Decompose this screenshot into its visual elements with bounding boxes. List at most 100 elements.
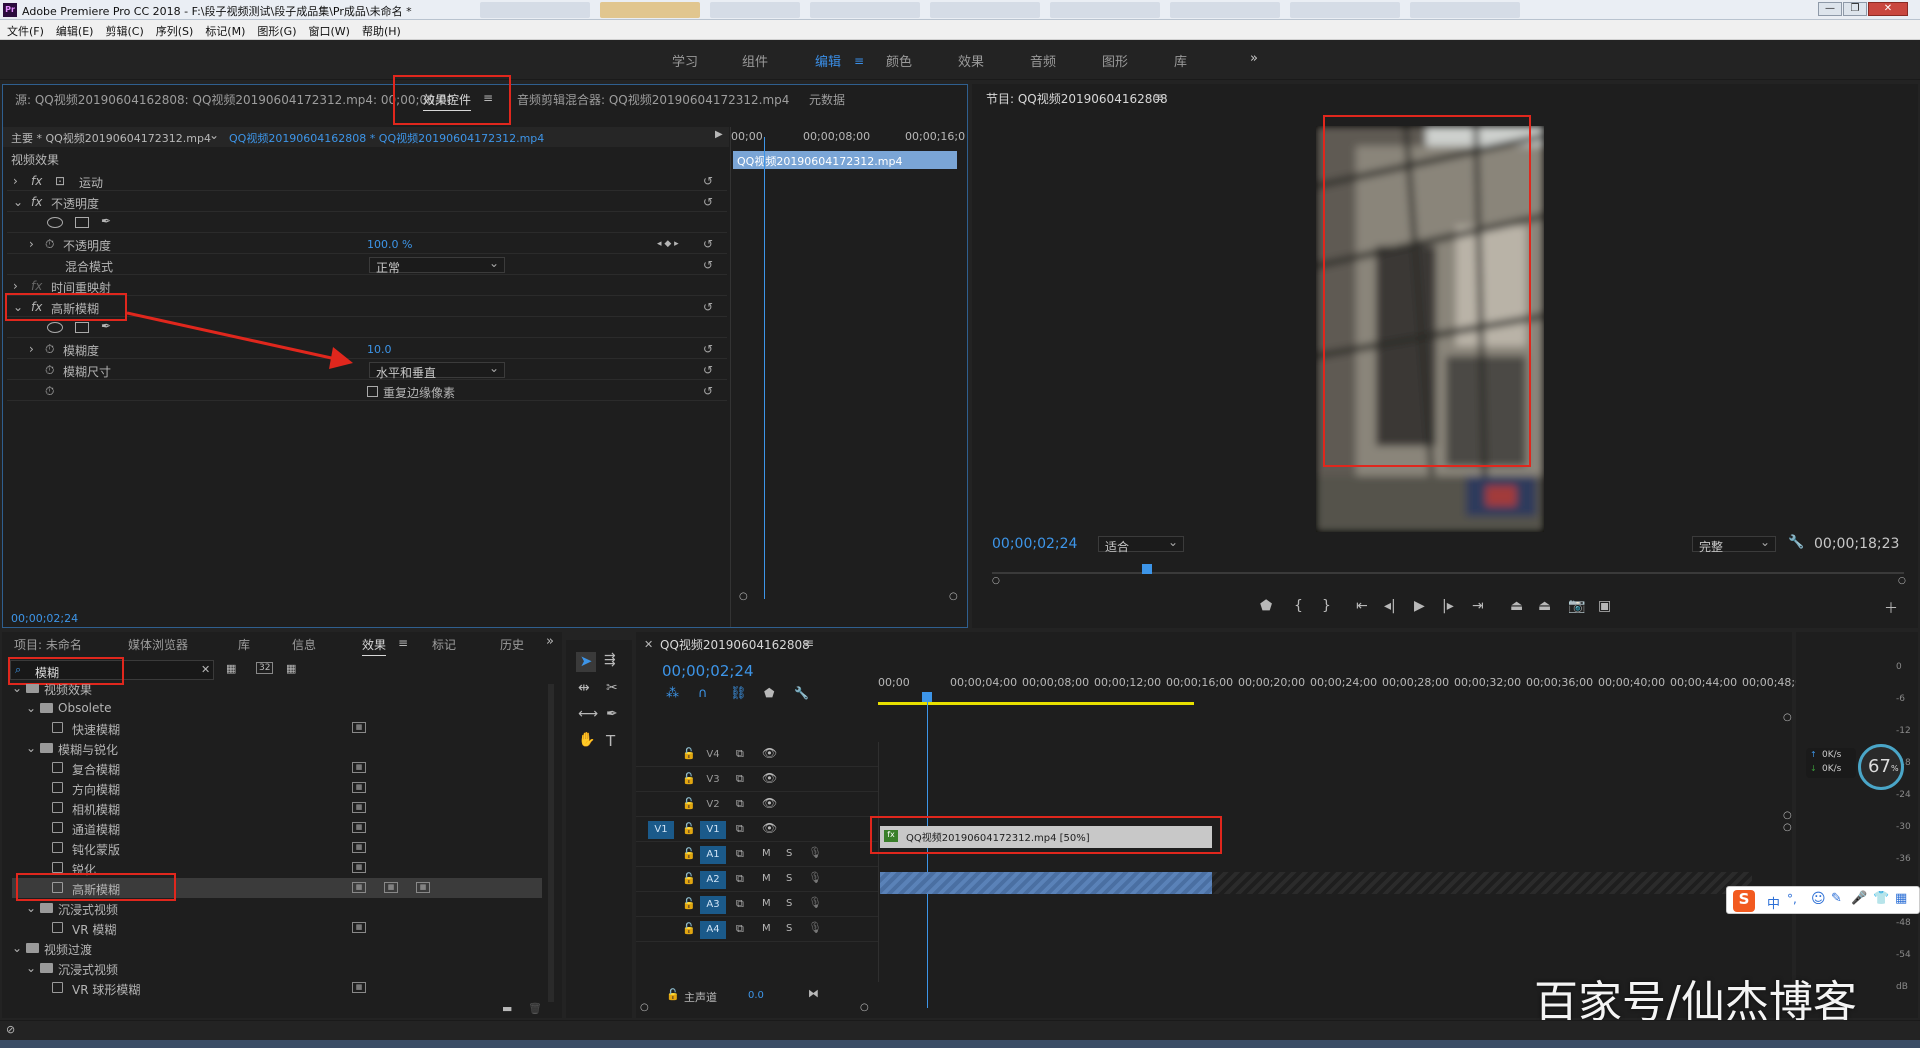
type-tool-icon[interactable]: T <box>606 732 615 750</box>
eye-icon[interactable]: 👁 <box>762 821 777 835</box>
chevron-down-icon[interactable]: ⌄ <box>13 300 23 314</box>
nest-icon[interactable]: ⁂ <box>666 686 679 701</box>
stopwatch-icon[interactable]: ⏱ <box>45 237 54 252</box>
track-name[interactable]: A3 <box>700 896 726 914</box>
work-area-bar[interactable] <box>878 702 1194 705</box>
linked-selection-icon[interactable]: ⛓ <box>730 686 747 701</box>
fx-icon[interactable]: fx <box>31 195 42 209</box>
video-clip[interactable]: QQ视频20190604172312.mp4 [50%] <box>880 826 1212 848</box>
fx-icon[interactable]: fx <box>31 174 42 188</box>
zoom-handle[interactable]: ○ <box>992 576 1000 586</box>
workspace-effects[interactable]: 效果 <box>958 51 984 70</box>
effect-motion-row[interactable]: › fx ⊡ 运动 ↺ <box>7 171 727 191</box>
mic-icon[interactable]: 🎙 <box>808 921 822 934</box>
menu-marker[interactable]: 标记(M) <box>198 20 250 39</box>
menu-edit[interactable]: 编辑(E) <box>49 20 99 39</box>
tab-media-browser[interactable]: 媒体浏览器 <box>128 636 188 653</box>
go-to-out-icon[interactable]: ⇥ <box>1472 598 1484 614</box>
lock-icon[interactable]: 🔓 <box>682 897 696 910</box>
tab-audio-clip-mixer[interactable]: 音频剪辑混合器: QQ视频20190604172312.mp4 <box>517 91 789 108</box>
sequence-clip-label[interactable]: QQ视频20190604162808 * QQ视频20190604172312.… <box>229 130 544 146</box>
effects-search-field[interactable]: ⌕ 模糊 ✕ <box>10 660 214 680</box>
go-to-edit-icon[interactable]: ⧓ <box>808 987 819 1000</box>
mic-icon[interactable]: 🎙 <box>808 846 822 859</box>
chevron-down-icon[interactable]: ⌄ <box>13 195 23 209</box>
ellipse-mask-icon[interactable] <box>47 217 63 228</box>
restore-button[interactable]: ❐ <box>1843 2 1867 16</box>
workspace-learn[interactable]: 学习 <box>672 51 698 70</box>
background-tab[interactable] <box>1410 2 1520 18</box>
step-forward-icon[interactable]: |▸ <box>1442 598 1454 614</box>
eye-icon[interactable]: 👁 <box>762 796 777 810</box>
effect-item-row[interactable]: 方向模糊 ▦ <box>12 778 542 798</box>
tab-history[interactable]: 历史 <box>500 636 524 653</box>
menu-sequence[interactable]: 序列(S) <box>149 20 199 39</box>
workspace-graphics[interactable]: 图形 <box>1102 51 1128 70</box>
yuv-effects-icon[interactable]: ▦ <box>286 662 296 675</box>
solo-button[interactable]: S <box>786 923 792 934</box>
reset-icon[interactable]: ↺ <box>703 342 713 356</box>
video-frame[interactable] <box>1315 125 1545 533</box>
menu-file[interactable]: 文件(F) <box>0 20 49 39</box>
mini-clip-bar[interactable]: QQ视频20190604172312.mp4 <box>733 151 957 169</box>
program-playhead[interactable] <box>1142 564 1152 574</box>
chevron-down-icon[interactable]: ⌄ <box>26 701 36 715</box>
lock-icon[interactable]: 🔓 <box>682 797 696 810</box>
menu-graphics[interactable]: 图形(G) <box>250 20 301 39</box>
ripple-edit-tool-icon[interactable]: ⇹ <box>578 680 590 696</box>
background-tab[interactable] <box>930 2 1040 18</box>
effect-item-row[interactable]: 高斯模糊 ▦ ▦ ▦ <box>12 873 542 901</box>
reset-icon[interactable]: ↺ <box>703 384 713 398</box>
reset-icon[interactable]: ↺ <box>703 363 713 377</box>
lock-icon[interactable]: 🔓 <box>682 922 696 935</box>
minimize-button[interactable]: — <box>1818 2 1842 16</box>
master-clip-label[interactable]: 主要 * QQ视频20190604172312.mp4 <box>11 130 211 146</box>
effect-item-row[interactable]: 相机模糊 ▦ <box>12 798 542 818</box>
sync-lock-icon[interactable]: ⧉ <box>736 822 744 836</box>
lock-icon[interactable]: 🔓 <box>682 747 696 760</box>
stopwatch-icon[interactable]: ⏱ <box>45 384 54 399</box>
reset-icon[interactable]: ↺ <box>703 174 713 188</box>
more-tabs-icon[interactable]: » <box>546 634 554 649</box>
background-tab[interactable] <box>1050 2 1160 18</box>
chevron-down-icon[interactable]: ⌄ <box>209 128 219 142</box>
add-marker-icon[interactable]: ⬟ <box>764 686 774 700</box>
repeat-edge-checkbox[interactable] <box>367 386 378 397</box>
program-monitor-title[interactable]: 节目: QQ视频20190604162808 <box>986 90 1168 107</box>
background-tab[interactable] <box>1170 2 1280 18</box>
add-marker-icon[interactable]: ⬟ <box>1260 598 1272 614</box>
effect-item-row[interactable]: 钝化蒙版 ▦ <box>12 838 542 858</box>
rectangle-mask-icon[interactable] <box>75 322 89 333</box>
ime-language[interactable]: 中 <box>1767 893 1780 912</box>
reset-icon[interactable]: ↺ <box>703 258 713 272</box>
track-name[interactable]: V2 <box>700 796 726 814</box>
panel-menu-icon[interactable]: ≡ <box>804 636 814 650</box>
track-select-tool-icon[interactable]: ⇶ <box>604 652 616 668</box>
master-volume-value[interactable]: 0.0 <box>748 990 764 1001</box>
blur-dimensions-dropdown[interactable]: 水平和垂直 <box>369 361 505 380</box>
pen-input-icon[interactable]: ✎ <box>1831 891 1842 906</box>
effect-mini-ruler[interactable]: 00;00 00;00;08;00 00;00;16;0 <box>731 127 967 145</box>
workspace-assembly[interactable]: 组件 <box>742 51 768 70</box>
blend-mode-dropdown[interactable]: 正常 <box>369 256 505 275</box>
timeline-playhead-handle[interactable] <box>922 692 932 702</box>
sync-lock-icon[interactable]: ⧉ <box>736 797 744 811</box>
track-name[interactable]: V1 <box>700 821 726 839</box>
panel-menu-icon[interactable]: ≡ <box>398 636 408 650</box>
chevron-down-icon[interactable]: ⌄ <box>26 901 36 915</box>
tab-source[interactable]: 源: QQ视频20190604162808: QQ视频2019060417231… <box>15 91 454 108</box>
fx-icon[interactable]: fx <box>31 300 42 314</box>
opacity-property-row[interactable]: › ⏱ 不透明度 100.0 % ◂ ◆ ▸ ↺ <box>7 234 727 254</box>
rectangle-mask-icon[interactable] <box>75 217 89 228</box>
timeline-timecode[interactable]: 00;00;02;24 <box>662 662 754 680</box>
sync-lock-icon[interactable]: ⧉ <box>736 772 744 786</box>
chevron-right-icon[interactable]: › <box>29 237 34 251</box>
button-editor-plus-icon[interactable]: ＋ <box>1884 598 1898 618</box>
workspace-color[interactable]: 颜色 <box>886 51 912 70</box>
ime-punctuation[interactable]: °, <box>1787 892 1797 906</box>
mic-icon[interactable]: 🎙 <box>808 871 822 884</box>
effect-item-row[interactable]: 锐化 ▦ <box>12 858 542 878</box>
tab-metadata[interactable]: 元数据 <box>809 91 845 108</box>
export-frame-icon[interactable]: 📷 <box>1568 598 1585 614</box>
keyframe-nav-icon[interactable]: ◂ ◆ ▸ <box>657 239 679 249</box>
